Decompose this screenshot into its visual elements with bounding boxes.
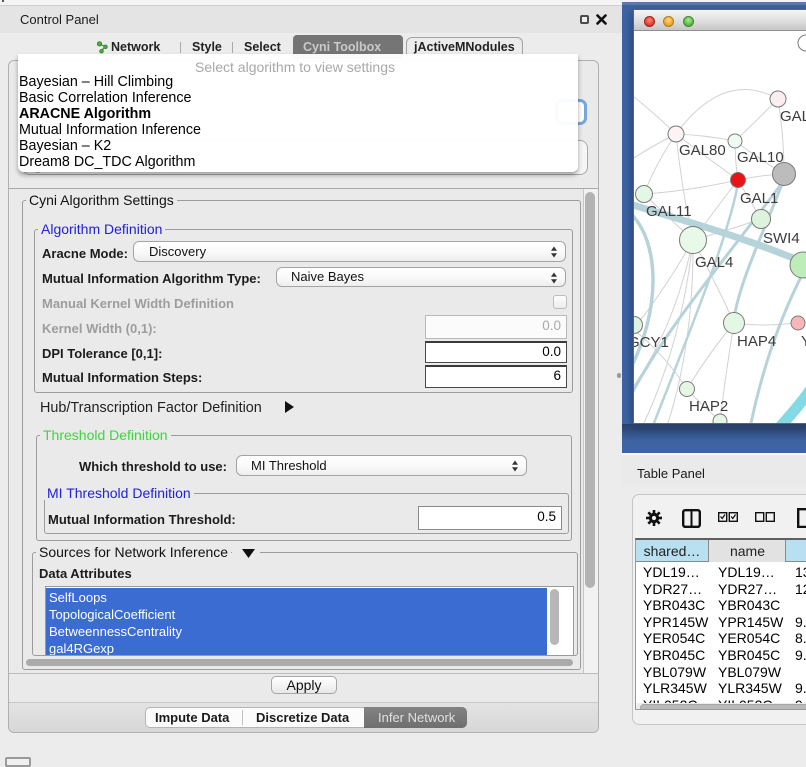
- svg-text:Y: Y: [801, 333, 806, 350]
- svg-text:HAP2: HAP2: [689, 398, 728, 415]
- svg-text:GCY1: GCY1: [634, 334, 669, 351]
- svg-text:GAL1: GAL1: [740, 190, 778, 207]
- svg-text:GAL11: GAL11: [646, 203, 692, 220]
- svg-text:GAL7: GAL7: [780, 108, 806, 125]
- svg-text:GAL10: GAL10: [737, 149, 784, 166]
- svg-text:SWI4: SWI4: [763, 230, 800, 247]
- svg-text:GAL80: GAL80: [679, 142, 726, 159]
- svg-text:GAL4: GAL4: [695, 254, 733, 271]
- svg-text:HAP4: HAP4: [737, 333, 776, 350]
